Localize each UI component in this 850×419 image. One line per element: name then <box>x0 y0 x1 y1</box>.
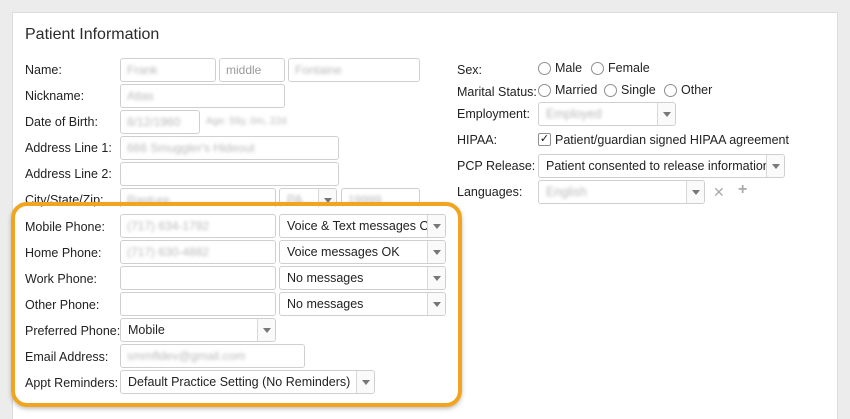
city-state-zip-label: City/State/Zip: <box>25 193 104 207</box>
preferred-phone-label: Preferred Phone: <box>25 324 121 338</box>
age-text: Age: 59y, 0m, 22d <box>206 116 287 127</box>
first-name-input[interactable]: Frank <box>120 58 216 82</box>
sex-female-label: Female <box>608 61 650 75</box>
marital-other-radio[interactable] <box>664 84 677 97</box>
address2-input[interactable] <box>120 162 339 186</box>
hipaa-checkbox-label: Patient/guardian signed HIPAA agreement <box>555 133 789 147</box>
home-phone-input[interactable]: (717) 630-4882 <box>120 240 276 264</box>
chevron-down-icon <box>318 189 336 207</box>
employment-select[interactable]: Employed <box>538 102 676 126</box>
other-phone-label: Other Phone: <box>25 298 100 312</box>
chevron-down-icon <box>427 215 445 237</box>
sex-female-radio[interactable] <box>591 62 604 75</box>
home-phone-message-select[interactable]: Voice messages OK <box>279 240 446 264</box>
work-phone-message-select[interactable]: No messages <box>279 266 446 290</box>
email-label: Email Address: <box>25 350 109 364</box>
mobile-phone-message-select[interactable]: Voice & Text messages OK <box>279 214 446 238</box>
hipaa-checkbox[interactable]: ✓ <box>538 133 551 146</box>
last-name-input[interactable]: Fontaine <box>288 58 420 82</box>
pcp-release-select[interactable]: Patient consented to release information <box>538 154 785 178</box>
mobile-phone-input[interactable]: (717) 634-1792 <box>120 214 276 238</box>
work-phone-input[interactable] <box>120 266 276 290</box>
remove-language-icon[interactable]: ✕ <box>713 185 725 199</box>
nickname-input[interactable]: Atlas <box>120 84 285 108</box>
employment-label: Employment: <box>457 107 530 121</box>
address2-label: Address Line 2: <box>25 167 112 181</box>
appt-reminders-select[interactable]: Default Practice Setting (No Reminders) <box>120 370 375 394</box>
marital-single-label: Single <box>621 83 656 97</box>
city-input[interactable]: Rapture <box>120 188 276 207</box>
mobile-phone-label: Mobile Phone: <box>25 220 105 234</box>
add-language-icon[interactable]: + <box>738 182 747 198</box>
work-phone-label: Work Phone: <box>25 272 98 286</box>
hipaa-label: HIPAA: <box>457 133 498 147</box>
other-phone-message-select[interactable]: No messages <box>279 292 446 316</box>
chevron-down-icon <box>766 155 784 177</box>
middle-name-input[interactable]: middle <box>219 58 285 82</box>
address1-input[interactable]: 666 Smuggler's Hideout <box>120 136 339 160</box>
name-label: Name: <box>25 63 62 77</box>
chevron-down-icon <box>657 103 675 125</box>
nickname-label: Nickname: <box>25 89 85 103</box>
sex-male-radio[interactable] <box>538 62 551 75</box>
marital-other-label: Other <box>681 83 713 97</box>
appt-reminders-label: Appt Reminders: <box>25 376 119 390</box>
chevron-down-icon <box>257 319 275 341</box>
sex-label: Sex: <box>457 63 483 77</box>
sex-male-label: Male <box>555 61 583 75</box>
zip-input[interactable]: 19999 <box>341 188 420 207</box>
chevron-down-icon <box>686 181 704 203</box>
email-input[interactable]: smmfldev@gmail.com <box>120 344 305 368</box>
dob-input[interactable]: 8/12/1960 <box>120 110 200 134</box>
languages-label: Languages: <box>457 185 523 199</box>
dob-label: Date of Birth: <box>25 115 98 129</box>
chevron-down-icon <box>427 267 445 289</box>
section-title: Patient Information <box>25 26 160 43</box>
address1-label: Address Line 1: <box>25 141 112 155</box>
pcp-release-label: PCP Release: <box>457 159 536 173</box>
marital-single-radio[interactable] <box>604 84 617 97</box>
other-phone-input[interactable] <box>120 292 276 316</box>
chevron-down-icon <box>356 371 374 393</box>
chevron-down-icon <box>427 241 445 263</box>
marital-married-radio[interactable] <box>538 84 551 97</box>
chevron-down-icon <box>427 293 445 315</box>
marital-married-label: Married <box>555 83 598 97</box>
preferred-phone-select[interactable]: Mobile <box>120 318 276 342</box>
home-phone-label: Home Phone: <box>25 246 102 260</box>
marital-status-label: Marital Status: <box>457 85 537 99</box>
languages-select[interactable]: English <box>538 180 705 204</box>
state-select[interactable]: PA <box>279 188 337 207</box>
